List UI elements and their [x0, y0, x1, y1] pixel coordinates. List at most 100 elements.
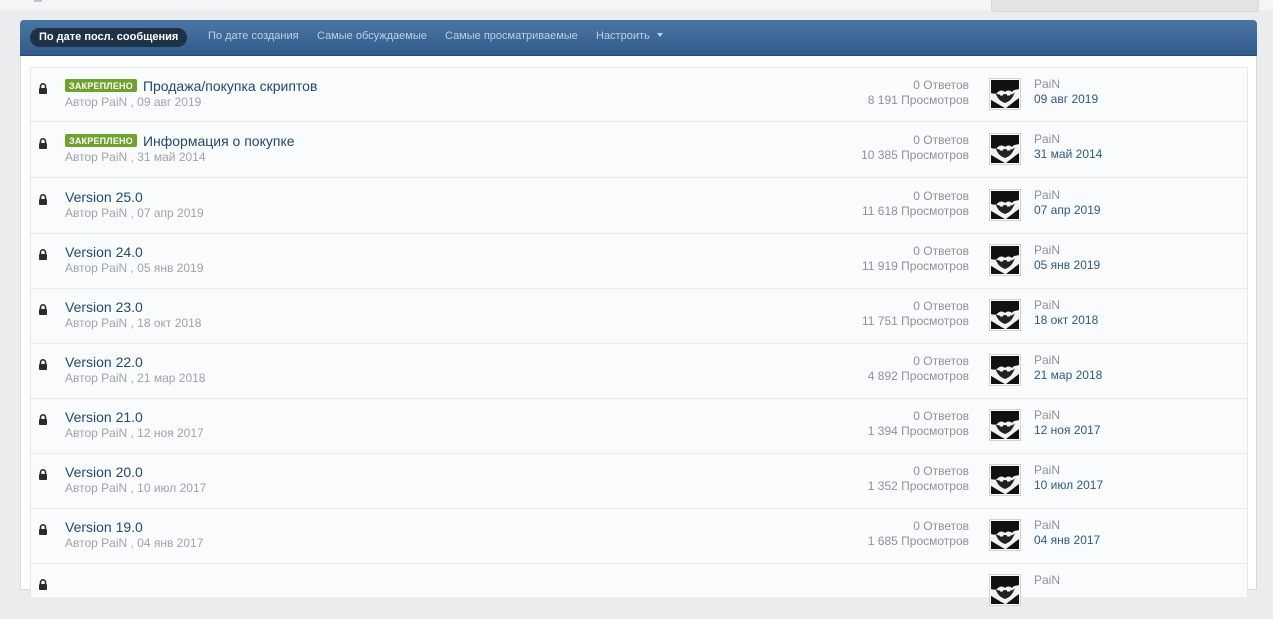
last-poster-name[interactable]: PaiN	[1034, 518, 1060, 532]
tab-sort-most-replied[interactable]: Самые обсуждаемые	[317, 30, 427, 42]
user-avatar[interactable]	[989, 299, 1021, 331]
topic-title-line: Version 20.0	[65, 464, 143, 482]
reply-count: 0 Ответов	[913, 133, 969, 147]
topic-stats: 0 Ответов 1 394 Просмотров	[868, 409, 969, 439]
sort-bar: По дате посл. сообщения По дате создания…	[20, 20, 1257, 56]
reply-count: 0 Ответов	[913, 519, 969, 533]
last-post-date-link[interactable]: 10 июл 2017	[1034, 478, 1103, 492]
topic-title-line: ЗАКРЕПЛЕНО Продажа/покупка скриптов	[65, 78, 317, 96]
tab-customize-label: Настроить	[596, 30, 650, 42]
topic-stats: 0 Ответов 1 352 Просмотров	[868, 464, 969, 494]
topic-author-meta: Автор PaiN , 31 май 2014	[65, 150, 206, 164]
topic-row: Version 20.0 Автор PaiN , 10 июл 2017 0 От…	[31, 454, 1247, 509]
last-poster-name[interactable]: PaiN	[1034, 353, 1060, 367]
top-search-box[interactable]	[991, 0, 1259, 12]
topic-title-link[interactable]: Version 22.0	[65, 354, 143, 370]
view-count: 11 751 Просмотров	[862, 314, 969, 328]
last-poster-name[interactable]: PaiN	[1034, 243, 1060, 257]
topic-author-meta: Автор PaiN , 09 авг 2019	[65, 95, 202, 109]
topic-title-line: Version 19.0	[65, 519, 143, 537]
last-post-date-link[interactable]: 21 мар 2018	[1034, 368, 1102, 382]
lock-icon	[38, 81, 48, 99]
topic-row: ЗАКРЕПЛЕНО Информация о покупке Автор PaiN…	[31, 123, 1247, 178]
view-count: 11 618 Просмотров	[862, 204, 969, 218]
last-poster-name[interactable]: PaiN	[1034, 573, 1060, 587]
last-post-date-link[interactable]: 18 окт 2018	[1034, 313, 1098, 327]
topic-title-link[interactable]: Информация о покупке	[143, 133, 295, 149]
topic-list: ЗАКРЕПЛЕНО Продажа/покупка скриптов Автор …	[30, 67, 1248, 619]
topic-stats: 0 Ответов 1 685 Просмотров	[868, 519, 969, 549]
user-avatar[interactable]	[989, 78, 1021, 110]
tab-customize[interactable]: Настроить	[596, 30, 663, 42]
last-post-date-link[interactable]: 31 май 2014	[1034, 147, 1102, 161]
last-post-date-link[interactable]: 12 ноя 2017	[1034, 423, 1101, 437]
user-avatar[interactable]	[989, 519, 1021, 551]
topic-author-meta: Автор PaiN , 18 окт 2018	[65, 316, 202, 330]
view-count: 8 191 Просмотров	[867, 93, 969, 107]
reply-count: 0 Ответов	[913, 409, 969, 423]
topic-row: Version 24.0 Автор PaiN , 05 янв 2019 0 От…	[31, 234, 1247, 289]
pinned-badge: ЗАКРЕПЛЕНО	[65, 79, 137, 92]
topic-title-line: Version 22.0	[65, 354, 143, 372]
last-poster-name[interactable]: PaiN	[1034, 463, 1060, 477]
topic-title-link[interactable]: Version 21.0	[65, 409, 143, 425]
last-poster-name[interactable]: PaiN	[1034, 132, 1060, 146]
tab-sort-most-viewed[interactable]: Самые просматриваемые	[445, 30, 578, 42]
topic-title-link[interactable]: Version 24.0	[65, 244, 143, 260]
tab-sort-created[interactable]: По дате создания	[208, 30, 299, 42]
topic-author-meta: Автор PaiN , 07 апр 2019	[65, 206, 204, 220]
topic-title-link[interactable]: Продажа/покупка скриптов	[143, 78, 317, 94]
view-count: 10 385 Просмотров	[861, 148, 969, 162]
topic-stats: 0 Ответов 8 191 Просмотров	[868, 78, 969, 108]
user-avatar[interactable]	[989, 189, 1021, 221]
topic-title-line: Version 23.0	[65, 299, 143, 317]
topic-title-link[interactable]: Version 20.0	[65, 464, 143, 480]
topic-row: Version 23.0 Автор PaiN , 18 окт 2018 0 От…	[31, 289, 1247, 344]
topic-title-link[interactable]: Version 19.0	[65, 519, 143, 535]
topic-row: Version 19.0 Автор PaiN , 04 янв 2017 0 От…	[31, 509, 1247, 564]
last-poster-name[interactable]: PaiN	[1034, 298, 1060, 312]
topic-title-link[interactable]: Version 23.0	[65, 299, 143, 315]
topic-row: Version 25.0 Автор PaiN , 07 апр 2019 0 От…	[31, 179, 1247, 234]
topic-title-link[interactable]: Version 25.0	[65, 189, 143, 205]
user-avatar[interactable]	[989, 133, 1021, 165]
reply-count: 0 Ответов	[913, 299, 969, 313]
user-avatar[interactable]	[989, 354, 1021, 386]
topic-row: Version 21.0 Автор PaiN , 12 ноя 2017 0 От…	[31, 399, 1247, 454]
topic-row: PaiN	[31, 564, 1247, 619]
topic-author-meta: Автор PaiN , 10 июл 2017	[65, 481, 207, 495]
view-count: 1 352 Просмотров	[867, 479, 969, 493]
pinned-badge: ЗАКРЕПЛЕНО	[65, 134, 137, 147]
topic-stats: 0 Ответов 11 618 Просмотров	[862, 189, 969, 219]
last-post-date-link[interactable]: 07 апр 2019	[1034, 203, 1101, 217]
topic-author-meta: Автор PaiN , 04 янв 2017	[65, 536, 204, 550]
tab-sort-last-post[interactable]: По дате посл. сообщения	[30, 28, 188, 47]
lock-icon	[38, 467, 48, 485]
lock-icon	[38, 357, 48, 375]
user-avatar[interactable]	[989, 464, 1021, 496]
topic-stats: 0 Ответов 10 385 Просмотров	[861, 133, 969, 163]
last-poster-name[interactable]: PaiN	[1034, 77, 1060, 91]
user-avatar[interactable]	[989, 244, 1021, 276]
topic-list-panel: По дате посл. сообщения По дате создания…	[20, 20, 1257, 619]
reply-count: 0 Ответов	[913, 354, 969, 368]
topic-author-meta: Автор PaiN , 12 ноя 2017	[65, 426, 204, 440]
topic-row: ЗАКРЕПЛЕНО Продажа/покупка скриптов Автор …	[31, 67, 1247, 122]
topic-author-meta: Автор PaiN , 05 янв 2019	[65, 261, 204, 275]
topic-row: Version 22.0 Автор PaiN , 21 мар 2018 0 От…	[31, 344, 1247, 399]
last-poster-name[interactable]: PaiN	[1034, 408, 1060, 422]
last-post-date-link[interactable]: 09 авг 2019	[1034, 92, 1098, 106]
user-avatar[interactable]	[989, 409, 1021, 441]
topic-title-line: Version 21.0	[65, 409, 143, 427]
view-count: 1 394 Просмотров	[867, 424, 969, 438]
user-avatar[interactable]	[989, 574, 1021, 606]
last-poster-name[interactable]: PaiN	[1034, 188, 1060, 202]
lock-icon	[38, 522, 48, 540]
last-post-date-link[interactable]: 05 янв 2019	[1034, 258, 1100, 272]
lock-icon	[38, 192, 48, 210]
view-count: 4 892 Просмотров	[867, 369, 969, 383]
topic-stats: 0 Ответов 11 919 Просмотров	[862, 244, 969, 274]
lock-icon	[38, 577, 48, 595]
last-post-date-link[interactable]: 04 янв 2017	[1034, 533, 1100, 547]
reply-count: 0 Ответов	[913, 464, 969, 478]
